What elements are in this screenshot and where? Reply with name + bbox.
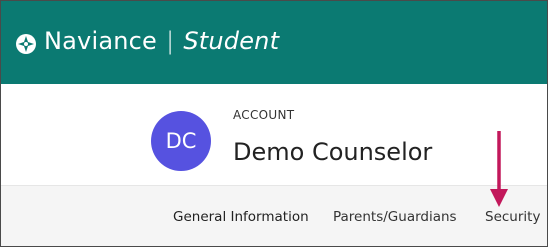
- brand-logo[interactable]: Naviance | Student: [44, 27, 279, 55]
- compass-icon[interactable]: [15, 33, 37, 55]
- app-window: Naviance | Student DC ACCOUNT Demo Counsel…: [0, 0, 548, 247]
- top-navigation-bar: Naviance | Student: [1, 1, 547, 84]
- arrow-down-icon: [490, 131, 508, 207]
- user-name: Demo Counselor: [233, 138, 433, 166]
- account-label: ACCOUNT: [233, 108, 295, 122]
- brand-divider: |: [166, 27, 175, 55]
- brand-name: Naviance: [44, 27, 158, 55]
- avatar: DC: [151, 111, 211, 171]
- tab-general-information[interactable]: General Information: [173, 209, 309, 225]
- tab-parents-guardians[interactable]: Parents/Guardians: [333, 209, 457, 225]
- product-name: Student: [183, 27, 280, 55]
- account-header: DC ACCOUNT Demo Counselor: [1, 84, 547, 185]
- tab-security[interactable]: Security: [485, 209, 540, 225]
- account-tabs: General Information Parents/Guardians Se…: [1, 185, 547, 246]
